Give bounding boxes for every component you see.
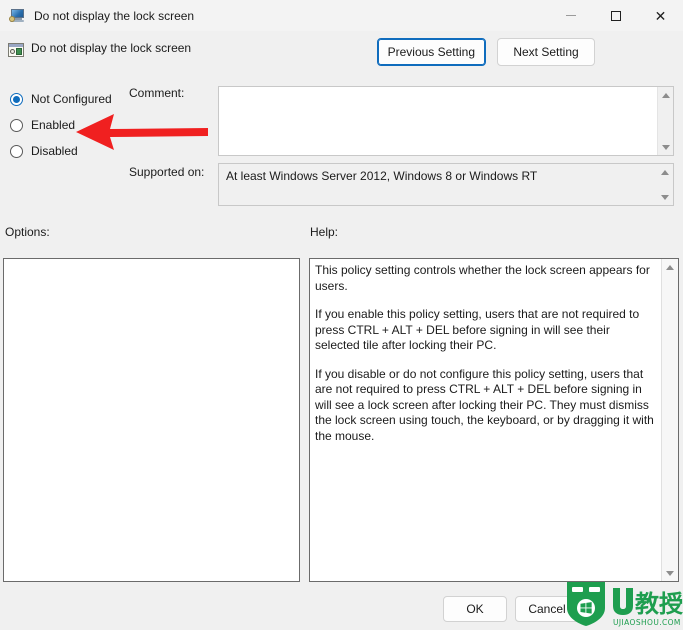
policy-header: Do not display the lock screen Previous …: [0, 38, 683, 72]
options-label: Options:: [5, 225, 50, 239]
help-scrollbar[interactable]: [661, 259, 678, 581]
help-label: Help:: [310, 225, 339, 239]
window-title: Do not display the lock screen: [34, 8, 195, 23]
supported-on-scrollbar[interactable]: [657, 164, 673, 205]
minimize-button[interactable]: [548, 0, 593, 31]
scroll-up-icon[interactable]: [657, 164, 673, 180]
help-paragraph: If you disable or do not configure this …: [315, 366, 654, 443]
setting-navigation: Previous Setting Next Setting: [376, 38, 595, 66]
comment-label: Comment:: [129, 86, 185, 100]
radio-not-configured[interactable]: Not Configured: [10, 86, 125, 112]
scroll-down-icon[interactable]: [662, 565, 678, 581]
monitor-policy-icon: [9, 8, 25, 24]
radio-disabled-indicator[interactable]: [10, 144, 23, 158]
title-bar: Do not display the lock screen ✕: [0, 0, 683, 31]
options-panel[interactable]: [3, 258, 300, 582]
policy-state-group: Not Configured Enabled Disabled: [10, 86, 125, 164]
scroll-down-icon[interactable]: [658, 139, 674, 155]
help-panel: This policy setting controls whether the…: [309, 258, 679, 582]
scroll-up-icon[interactable]: [658, 87, 674, 103]
radio-not-configured-indicator[interactable]: [10, 92, 23, 106]
radio-disabled-label: Disabled: [31, 144, 78, 158]
radio-not-configured-label: Not Configured: [31, 92, 112, 106]
minimize-icon: [565, 15, 576, 16]
help-text: This policy setting controls whether the…: [310, 259, 661, 581]
comment-value[interactable]: [219, 87, 657, 155]
maximize-icon: [610, 10, 621, 21]
close-icon: ✕: [654, 7, 667, 24]
previous-setting-button[interactable]: Previous Setting: [376, 38, 486, 66]
window-controls: ✕: [548, 0, 683, 31]
comment-field[interactable]: [218, 86, 674, 156]
supported-on-label: Supported on:: [129, 165, 205, 179]
radio-enabled-label: Enabled: [31, 118, 76, 132]
cancel-button[interactable]: Cancel: [515, 596, 579, 622]
scroll-down-icon[interactable]: [657, 189, 673, 205]
maximize-button[interactable]: [593, 0, 638, 31]
supported-on-field: At least Windows Server 2012, Windows 8 …: [218, 163, 674, 206]
scroll-up-icon[interactable]: [662, 259, 678, 275]
help-paragraph: This policy setting controls whether the…: [315, 263, 650, 293]
ok-button[interactable]: OK: [443, 596, 507, 622]
policy-name: Do not display the lock screen: [31, 41, 192, 55]
group-policy-setting-icon: [8, 42, 24, 58]
dialog-footer: OK Cancel: [0, 586, 683, 630]
radio-enabled[interactable]: Enabled: [10, 112, 125, 138]
help-paragraph: If you enable this policy setting, users…: [315, 307, 640, 352]
next-setting-button[interactable]: Next Setting: [497, 38, 595, 66]
supported-on-value: At least Windows Server 2012, Windows 8 …: [226, 169, 538, 183]
close-button[interactable]: ✕: [638, 0, 683, 31]
radio-enabled-indicator[interactable]: [10, 118, 23, 132]
comment-scrollbar[interactable]: [657, 87, 673, 155]
radio-disabled[interactable]: Disabled: [10, 138, 125, 164]
